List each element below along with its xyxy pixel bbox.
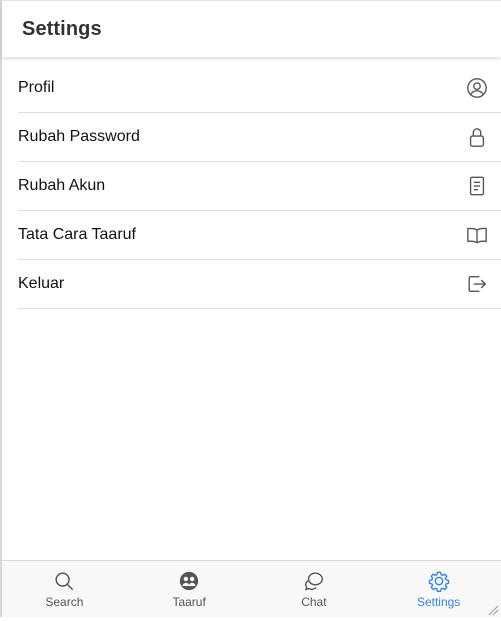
gear-icon xyxy=(428,570,450,592)
book-icon xyxy=(466,224,488,246)
resize-grip-icon[interactable] xyxy=(487,603,499,616)
tab-label: Chat xyxy=(301,595,327,609)
document-icon xyxy=(466,175,488,197)
tab-label: Taaruf xyxy=(172,595,206,609)
settings-menu: Profil Rubah Password Rubah Akun Tata Ca… xyxy=(18,64,501,309)
people-icon xyxy=(178,570,200,592)
user-circle-icon xyxy=(466,77,488,99)
menu-item-label: Rubah Password xyxy=(18,128,140,145)
tab-search[interactable]: Search xyxy=(2,561,127,617)
menu-item-label: Tata Cara Taaruf xyxy=(18,226,136,243)
tab-chat[interactable]: Chat xyxy=(252,561,377,617)
chat-icon xyxy=(303,570,325,592)
tab-label: Search xyxy=(45,595,84,609)
menu-item-tata-cara-taaruf[interactable]: Tata Cara Taaruf xyxy=(18,211,501,260)
lock-icon xyxy=(466,126,488,148)
search-icon xyxy=(53,570,75,592)
menu-item-rubah-akun[interactable]: Rubah Akun xyxy=(18,162,501,211)
menu-item-label: Profil xyxy=(18,79,55,96)
logout-icon xyxy=(466,273,488,295)
menu-item-label: Keluar xyxy=(18,275,65,292)
tab-settings[interactable]: Settings xyxy=(376,561,501,617)
menu-item-profil[interactable]: Profil xyxy=(18,64,501,113)
bottom-tab-bar: Search Taaruf Chat Settings xyxy=(2,560,501,617)
menu-item-label: Rubah Akun xyxy=(18,177,106,194)
page-title: Settings xyxy=(22,18,102,40)
tab-label: Settings xyxy=(416,595,461,609)
menu-item-keluar[interactable]: Keluar xyxy=(18,260,501,309)
menu-item-rubah-password[interactable]: Rubah Password xyxy=(18,113,501,162)
header-bar: Settings xyxy=(2,0,501,57)
app-window: Settings Profil Rubah Password Rubah Aku… xyxy=(0,0,501,617)
tab-taaruf[interactable]: Taaruf xyxy=(127,561,252,617)
